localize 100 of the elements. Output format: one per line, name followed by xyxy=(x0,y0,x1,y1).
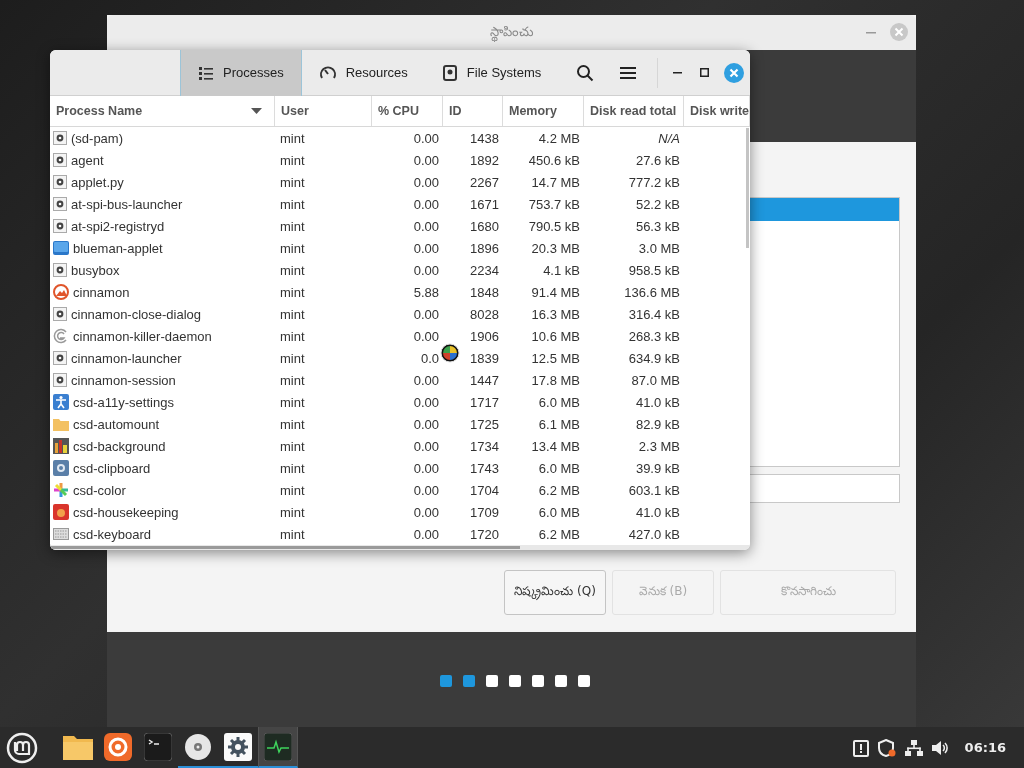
table-cell: mint xyxy=(280,350,305,366)
table-cell: mint xyxy=(280,372,305,388)
color-icon xyxy=(53,482,69,498)
input-field[interactable] xyxy=(750,474,900,503)
table-cell: 1725 xyxy=(470,416,499,432)
menu-icon[interactable] xyxy=(620,65,636,80)
table-cell: mint xyxy=(280,394,305,410)
table-cell: 10.6 MB xyxy=(531,328,580,344)
table-cell: 1743 xyxy=(470,460,499,476)
table-cell: 268.3 kB xyxy=(628,328,680,344)
table-cell: 603.1 kB xyxy=(628,482,680,498)
keyboard-icon xyxy=(53,526,69,542)
search-icon[interactable] xyxy=(576,63,594,82)
table-cell: 1734 xyxy=(470,438,499,454)
table-cell: 0.00 xyxy=(413,196,439,212)
table-cell: 1438 xyxy=(470,130,499,146)
window-title: స్థాపించు xyxy=(489,23,534,42)
column-header[interactable]: ID xyxy=(443,96,503,126)
table-cell: 0.00 xyxy=(413,416,439,432)
table-cell: mint xyxy=(280,438,305,454)
table-cell: 1671 xyxy=(470,196,499,212)
column-header[interactable]: Disk read total xyxy=(584,96,684,126)
close-icon[interactable] xyxy=(724,62,744,83)
process-name: csd-color xyxy=(73,482,126,498)
scrollbar-thumb[interactable] xyxy=(746,128,749,248)
table-cell: 1717 xyxy=(470,394,499,410)
process-name: cinnamon-killer-daemon xyxy=(73,328,212,344)
table-cell: 41.0 kB xyxy=(635,394,680,410)
table-cell: mint xyxy=(280,416,305,432)
tab[interactable]: File Systems xyxy=(424,50,559,96)
table-cell: 0.00 xyxy=(413,438,439,454)
table-cell: 17.8 MB xyxy=(531,372,580,388)
tab[interactable]: Resources xyxy=(301,50,425,96)
folder-icon xyxy=(53,416,69,432)
table-cell: 0.00 xyxy=(413,152,439,168)
table-cell: 6.0 MB xyxy=(538,460,580,476)
table-cell: 27.6 kB xyxy=(635,152,680,168)
list-icon xyxy=(198,64,214,81)
table-cell: 0.00 xyxy=(413,460,439,476)
menu-logo-icon[interactable] xyxy=(6,731,38,764)
process-name: at-spi-bus-launcher xyxy=(71,196,183,212)
process-name: csd-keyboard xyxy=(73,526,152,542)
table-cell: 634.9 kB xyxy=(628,350,680,366)
scrollbar-thumb[interactable] xyxy=(50,546,520,549)
table-cell: mint xyxy=(280,174,305,190)
table-cell: 2234 xyxy=(470,262,499,278)
network-icon[interactable] xyxy=(904,739,923,756)
table-cell: 1892 xyxy=(470,152,499,168)
table-cell: mint xyxy=(280,196,305,212)
column-header[interactable]: Disk write xyxy=(684,96,750,126)
process-name: csd-background xyxy=(73,438,166,454)
table-cell: 91.4 MB xyxy=(531,284,580,300)
volume-icon[interactable] xyxy=(931,739,950,756)
process-name: csd-automount xyxy=(73,416,159,432)
table-cell: 13.4 MB xyxy=(531,438,580,454)
column-header[interactable]: Process Name xyxy=(50,96,275,126)
process-name: csd-a11y-settings xyxy=(73,394,174,410)
table-cell: 777.2 kB xyxy=(628,174,680,190)
table-cell: 6.2 MB xyxy=(538,526,580,542)
window-icon xyxy=(53,240,69,256)
table-cell: mint xyxy=(280,306,305,322)
table-cell: mint xyxy=(280,130,305,146)
busy-cursor-icon xyxy=(440,343,460,363)
table-cell: 2.3 MB xyxy=(638,438,680,454)
table-cell: 0.00 xyxy=(413,174,439,190)
table-cell: 82.9 kB xyxy=(635,416,680,432)
table-cell: N/A xyxy=(658,130,680,146)
shield-icon[interactable] xyxy=(877,738,896,757)
process-name: at-spi2-registryd xyxy=(71,218,165,234)
table-cell: mint xyxy=(280,218,305,234)
table-cell: mint xyxy=(280,262,305,278)
gear-icon xyxy=(53,263,67,277)
table-cell: 16.3 MB xyxy=(531,306,580,322)
minimize-icon[interactable] xyxy=(673,71,682,74)
dialog-button[interactable]: నిష్క్రమించు (Q) xyxy=(504,570,606,615)
gear-icon xyxy=(53,197,67,211)
tab[interactable]: Processes xyxy=(180,50,302,96)
table-cell: 450.6 kB xyxy=(528,152,580,168)
clock[interactable]: 06:16 xyxy=(964,740,1006,755)
housekeeping-icon xyxy=(53,504,69,520)
image-icon xyxy=(53,438,69,454)
table-cell: mint xyxy=(280,284,305,300)
sort-caret-icon xyxy=(251,108,262,114)
table-cell: 1896 xyxy=(470,240,499,256)
column-header[interactable]: % CPU xyxy=(372,96,443,126)
table-cell: 1720 xyxy=(470,526,499,542)
table-cell: 958.5 kB xyxy=(628,262,680,278)
accessibility-icon xyxy=(53,394,69,410)
table-cell: 1848 xyxy=(470,284,499,300)
column-header[interactable]: Memory xyxy=(503,96,584,126)
column-header[interactable]: User xyxy=(275,96,372,126)
maximize-icon[interactable] xyxy=(700,68,709,77)
table-cell: 87.0 MB xyxy=(631,372,680,388)
gear-icon xyxy=(53,373,67,387)
table-cell: mint xyxy=(280,504,305,520)
clipboard-alert-icon[interactable] xyxy=(852,738,869,757)
table-cell: 4.2 MB xyxy=(538,130,580,146)
process-name: csd-housekeeping xyxy=(73,504,179,520)
table-cell: 0.00 xyxy=(413,328,439,344)
table-cell: 20.3 MB xyxy=(531,240,580,256)
